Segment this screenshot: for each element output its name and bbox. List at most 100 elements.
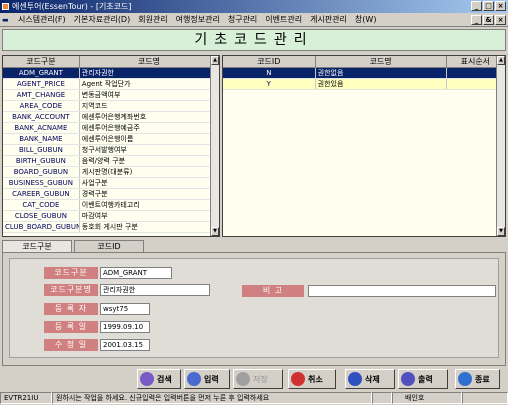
cancel-icon xyxy=(291,372,305,386)
exit-icon xyxy=(458,372,472,386)
menu-events[interactable]: 이벤트관리 xyxy=(261,14,306,25)
table-row[interactable]: AGENT_PRICE Agent 작업단가 xyxy=(3,78,219,90)
mdi-child-icon: ▬ xyxy=(2,15,9,24)
tab-bar: 코드구분 코드ID xyxy=(2,240,146,252)
table-row[interactable]: BILL_GUBUN 청구서발행여부 xyxy=(3,144,219,156)
table-row[interactable]: AREA_CODE 지역코드 xyxy=(3,100,219,112)
table-row[interactable]: CAREER_GUBUN 경력구분 xyxy=(3,188,219,200)
menu-basic-data[interactable]: 기본자료관리(D) xyxy=(70,14,135,25)
menu-bar: ▬ 시스템관리(F) 기본자료관리(D) 회원관리 여행정보관리 청구관리 이벤… xyxy=(0,13,508,27)
menu-system[interactable]: 시스템관리(F) xyxy=(14,14,70,25)
remark-label: 비 고 xyxy=(242,285,304,297)
remark-field[interactable] xyxy=(308,285,496,297)
table-row[interactable]: Y권한있음1 xyxy=(223,78,505,90)
table-cell: CAT_CODE xyxy=(3,199,80,211)
code-id-grid[interactable]: 코드ID 코드명 표시순서 N권한없음2Y권한있음1 ▲ ▼ xyxy=(222,55,506,237)
search-button[interactable]: 검색 xyxy=(137,369,181,389)
reg-date-field: 1999.09.10 xyxy=(100,321,150,333)
code-type-grid[interactable]: 코드구분 코드명 ADM_GRANT 관리자권한 AGENT_PRICE Agent … xyxy=(2,55,220,237)
column-header-code-name[interactable]: 코드명 xyxy=(315,56,447,68)
table-cell: 관리자권한 xyxy=(79,67,219,79)
scroll-down-icon[interactable]: ▼ xyxy=(497,227,505,236)
table-cell: CLOSE_GUBUN xyxy=(3,210,80,222)
table-cell: 권한있음 xyxy=(315,78,447,90)
window-controls: _ □ × xyxy=(471,1,506,11)
detail-form: 코드구분 ADM_GRANT 코드구분명 관리자권한 비 고 등 록 자 wsy… xyxy=(9,258,499,358)
menu-travel-info[interactable]: 여행정보관리 xyxy=(172,14,224,25)
save-icon xyxy=(236,372,250,386)
table-cell: 음력/양력 구분 xyxy=(79,155,219,167)
menu-board[interactable]: 게시판관리 xyxy=(306,14,351,25)
table-row[interactable]: BANK_NAME 에센투어은행이름 xyxy=(3,133,219,145)
exit-button[interactable]: 종료 xyxy=(455,369,500,389)
menu-members[interactable]: 회원관리 xyxy=(134,14,171,25)
table-cell: 지역코드 xyxy=(79,100,219,112)
code-type-field[interactable]: ADM_GRANT xyxy=(100,267,172,279)
table-row[interactable]: BOARD_GUBUN 게시판명(대분류) xyxy=(3,166,219,178)
pen-icon xyxy=(187,372,201,386)
table-row[interactable]: BANK_ACNAME 에센투어은행예금주 xyxy=(3,122,219,134)
minimize-button[interactable]: _ xyxy=(471,1,482,11)
column-header-code-type[interactable]: 코드구분 xyxy=(3,56,80,68)
print-button[interactable]: 출력 xyxy=(398,369,448,389)
status-screen-id: EVTR21IU xyxy=(0,392,52,404)
mdi-close-button[interactable]: × xyxy=(495,15,506,25)
table-row[interactable]: AMT_CHANGE 변동금액여부 xyxy=(3,89,219,101)
status-user: 배인호 xyxy=(392,392,462,404)
delete-icon xyxy=(348,372,362,386)
table-row[interactable]: BANK_ACCOUNT 에센투어은행계좌번호 xyxy=(3,111,219,123)
table-row[interactable]: N권한없음2 xyxy=(223,67,505,79)
save-button[interactable]: 저장 xyxy=(233,369,283,389)
scroll-up-icon[interactable]: ▲ xyxy=(211,56,219,65)
menu-billing[interactable]: 청구관리 xyxy=(224,14,261,25)
registrant-label: 등 록 자 xyxy=(44,303,98,315)
table-cell: AREA_CODE xyxy=(3,100,80,112)
cancel-button[interactable]: 취소 xyxy=(288,369,336,389)
table-cell: Y xyxy=(223,78,316,90)
left-grid-scrollbar[interactable]: ▲ ▼ xyxy=(210,56,219,236)
table-cell: BUSINESS_GUBUN xyxy=(3,177,80,189)
code-type-name-field[interactable]: 관리자권한 xyxy=(100,284,210,296)
close-button[interactable]: × xyxy=(495,1,506,11)
maximize-button[interactable]: □ xyxy=(483,1,494,11)
detail-panel: 코드구분 ADM_GRANT 코드구분명 관리자권한 비 고 등 록 자 wsy… xyxy=(2,252,506,366)
right-grid-scrollbar[interactable]: ▲ ▼ xyxy=(496,56,505,236)
table-cell: 청구서발행여부 xyxy=(79,144,219,156)
table-cell: Agent 작업단가 xyxy=(79,78,219,90)
column-header-code-name[interactable]: 코드명 xyxy=(79,56,219,68)
mdi-minimize-button[interactable]: _ xyxy=(471,15,482,25)
mdi-restore-button[interactable]: & xyxy=(483,15,494,25)
app-icon xyxy=(2,3,9,10)
table-cell: AMT_CHANGE xyxy=(3,89,80,101)
mod-date-label: 수 정 일 xyxy=(44,339,98,351)
menu-window[interactable]: 창(W) xyxy=(351,14,381,25)
table-row[interactable]: ADM_GRANT 관리자권한 xyxy=(3,67,219,79)
table-cell: BANK_ACNAME xyxy=(3,122,80,134)
insert-button[interactable]: 입력 xyxy=(184,369,230,389)
column-header-code-id[interactable]: 코드ID xyxy=(223,56,316,68)
table-cell: 에센투어은행예금주 xyxy=(79,122,219,134)
tab-code-id[interactable]: 코드ID xyxy=(74,240,144,252)
page-title: 기초코드관리 xyxy=(2,29,506,51)
mod-date-field: 2001.03.15 xyxy=(100,339,150,351)
table-cell: CLUB_BOARD_GUBUN xyxy=(3,221,80,233)
scroll-up-icon[interactable]: ▲ xyxy=(497,56,505,65)
table-cell: BIRTH_GUBUN xyxy=(3,155,80,167)
table-row[interactable]: CAT_CODE 이벤트여행카테고리 xyxy=(3,199,219,211)
tab-code-type[interactable]: 코드구분 xyxy=(2,240,72,252)
table-cell: 사업구분 xyxy=(79,177,219,189)
table-cell: N xyxy=(223,67,316,79)
window-titlebar: 에센투어(EssenTour) - [기초코드] _ □ × xyxy=(0,0,508,13)
code-type-label: 코드구분 xyxy=(44,267,98,279)
table-row[interactable]: BUSINESS_GUBUN 사업구분 xyxy=(3,177,219,189)
table-cell: AGENT_PRICE xyxy=(3,78,80,90)
table-row[interactable]: CLUB_BOARD_GUBUN 동호회 게시판 구분 xyxy=(3,221,219,233)
status-extra-pane xyxy=(462,392,508,404)
table-row[interactable]: BIRTH_GUBUN 음력/양력 구분 xyxy=(3,155,219,167)
delete-button[interactable]: 삭제 xyxy=(345,369,395,389)
scroll-down-icon[interactable]: ▼ xyxy=(211,227,219,236)
status-empty-pane xyxy=(372,392,392,404)
table-cell: 경력구분 xyxy=(79,188,219,200)
table-row[interactable]: CLOSE_GUBUN 마감여부 xyxy=(3,210,219,222)
registrant-field: wsyt75 xyxy=(100,303,150,315)
